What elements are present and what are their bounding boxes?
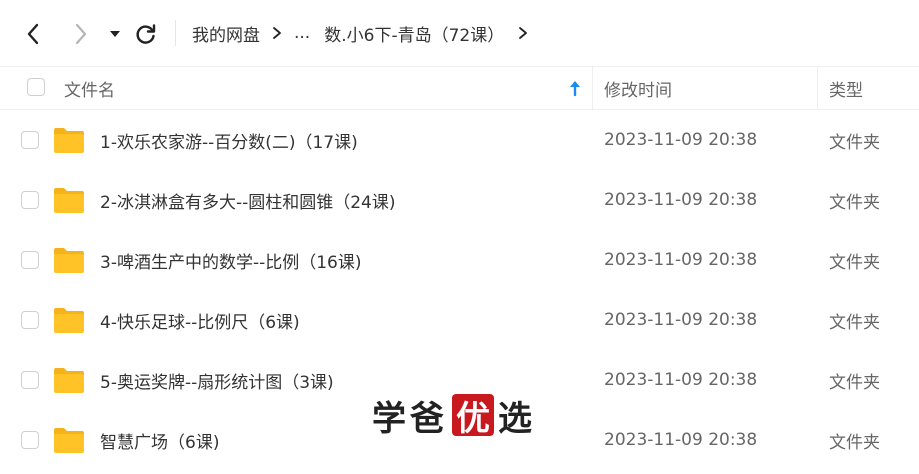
file-type: 文件夹 bbox=[829, 312, 880, 333]
column-header-modified[interactable]: 修改时间 bbox=[604, 67, 672, 109]
select-all-checkbox[interactable] bbox=[27, 78, 45, 96]
file-name[interactable]: 2-冰淇淋盒有多大--圆柱和圆锥（24课) bbox=[100, 170, 395, 230]
folder-icon bbox=[54, 128, 84, 153]
file-type: 文件夹 bbox=[829, 192, 880, 213]
column-divider[interactable] bbox=[592, 67, 593, 109]
watermark-text-part1: 学爸 bbox=[372, 398, 448, 439]
caret-down-icon bbox=[110, 31, 120, 37]
watermark-highlight: 优 bbox=[452, 394, 494, 439]
file-modified: 2023-11-09 20:38 bbox=[604, 310, 758, 330]
list-item[interactable]: 2-冰淇淋盒有多大--圆柱和圆锥（24课) 2023-11-09 20:38 文… bbox=[0, 170, 919, 230]
file-name[interactable]: 智慧广场（6课) bbox=[100, 410, 219, 470]
file-type: 文件夹 bbox=[829, 372, 880, 393]
row-checkbox[interactable] bbox=[21, 251, 39, 269]
file-modified: 2023-11-09 20:38 bbox=[604, 430, 758, 450]
refresh-icon bbox=[136, 24, 156, 44]
breadcrumb-ellipsis[interactable]: ... bbox=[294, 23, 310, 43]
file-modified: 2023-11-09 20:38 bbox=[604, 130, 758, 150]
row-checkbox[interactable] bbox=[21, 191, 39, 209]
refresh-button[interactable] bbox=[131, 18, 161, 50]
breadcrumb: 我的网盘 ... 数.小6下-青岛（72课） bbox=[192, 0, 540, 66]
folder-icon bbox=[54, 308, 84, 333]
arrow-up-icon[interactable] bbox=[568, 79, 582, 101]
chevron-right-icon bbox=[75, 23, 87, 45]
row-checkbox[interactable] bbox=[21, 311, 39, 329]
watermark-logo: 学爸 优 选 bbox=[372, 392, 536, 439]
row-checkbox[interactable] bbox=[21, 371, 39, 389]
toolbar-divider bbox=[175, 20, 176, 46]
file-name[interactable]: 4-快乐足球--比例尺（6课) bbox=[100, 290, 300, 350]
folder-icon bbox=[54, 428, 84, 453]
file-name[interactable]: 5-奥运奖牌--扇形统计图（3课) bbox=[100, 350, 334, 410]
folder-icon bbox=[54, 368, 84, 393]
column-header-name[interactable]: 文件名 bbox=[64, 67, 115, 109]
toolbar: 我的网盘 ... 数.小6下-青岛（72课） bbox=[0, 0, 919, 67]
column-divider[interactable] bbox=[817, 67, 818, 109]
back-button[interactable] bbox=[18, 18, 48, 50]
column-header-type[interactable]: 类型 bbox=[829, 67, 863, 109]
breadcrumb-current[interactable]: 数.小6下-青岛（72课） bbox=[324, 21, 504, 46]
list-item[interactable]: 1-欢乐农家游--百分数(二)（17课) 2023-11-09 20:38 文件… bbox=[0, 110, 919, 170]
watermark-text-part2: 选 bbox=[498, 398, 536, 439]
row-checkbox[interactable] bbox=[21, 431, 39, 449]
file-modified: 2023-11-09 20:38 bbox=[604, 190, 758, 210]
history-dropdown-button[interactable] bbox=[100, 18, 130, 50]
list-item[interactable]: 3-啤酒生产中的数学--比例（16课) 2023-11-09 20:38 文件夹 bbox=[0, 230, 919, 290]
file-type: 文件夹 bbox=[829, 432, 880, 453]
file-name[interactable]: 3-啤酒生产中的数学--比例（16课) bbox=[100, 230, 361, 290]
row-checkbox[interactable] bbox=[21, 131, 39, 149]
chevron-left-icon bbox=[27, 23, 39, 45]
file-modified: 2023-11-09 20:38 bbox=[604, 250, 758, 270]
file-name[interactable]: 1-欢乐农家游--百分数(二)（17课) bbox=[100, 110, 358, 170]
file-type: 文件夹 bbox=[829, 252, 880, 273]
file-type: 文件夹 bbox=[829, 132, 880, 153]
file-list-header: 文件名 修改时间 类型 bbox=[0, 67, 919, 110]
breadcrumb-expand-icon[interactable] bbox=[518, 26, 528, 40]
breadcrumb-root[interactable]: 我的网盘 bbox=[192, 21, 260, 46]
forward-button[interactable] bbox=[66, 18, 96, 50]
folder-icon bbox=[54, 248, 84, 273]
file-modified: 2023-11-09 20:38 bbox=[604, 370, 758, 390]
list-item[interactable]: 4-快乐足球--比例尺（6课) 2023-11-09 20:38 文件夹 bbox=[0, 290, 919, 350]
breadcrumb-separator-icon bbox=[272, 26, 282, 40]
folder-icon bbox=[54, 188, 84, 213]
